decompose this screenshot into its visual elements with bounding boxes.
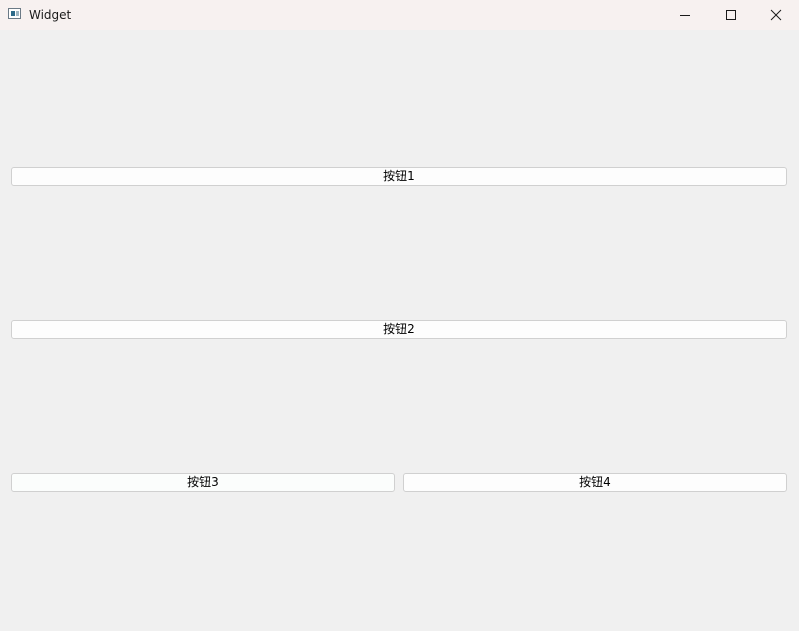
close-button[interactable] (753, 0, 799, 30)
maximize-icon (726, 10, 736, 20)
button-2[interactable]: 按钮2 (11, 320, 787, 339)
app-window-icon (8, 8, 21, 19)
app-window: Widget 按钮1 按钮2 按钮3 按钮4 (0, 0, 799, 631)
close-icon (770, 9, 782, 21)
button-4[interactable]: 按钮4 (403, 473, 787, 492)
minimize-icon (680, 15, 690, 16)
window-title: Widget (29, 8, 72, 22)
button-3[interactable]: 按钮3 (11, 473, 395, 492)
maximize-button[interactable] (708, 0, 754, 30)
title-bar[interactable]: Widget (0, 0, 799, 30)
button-1[interactable]: 按钮1 (11, 167, 787, 186)
minimize-button[interactable] (662, 0, 708, 30)
